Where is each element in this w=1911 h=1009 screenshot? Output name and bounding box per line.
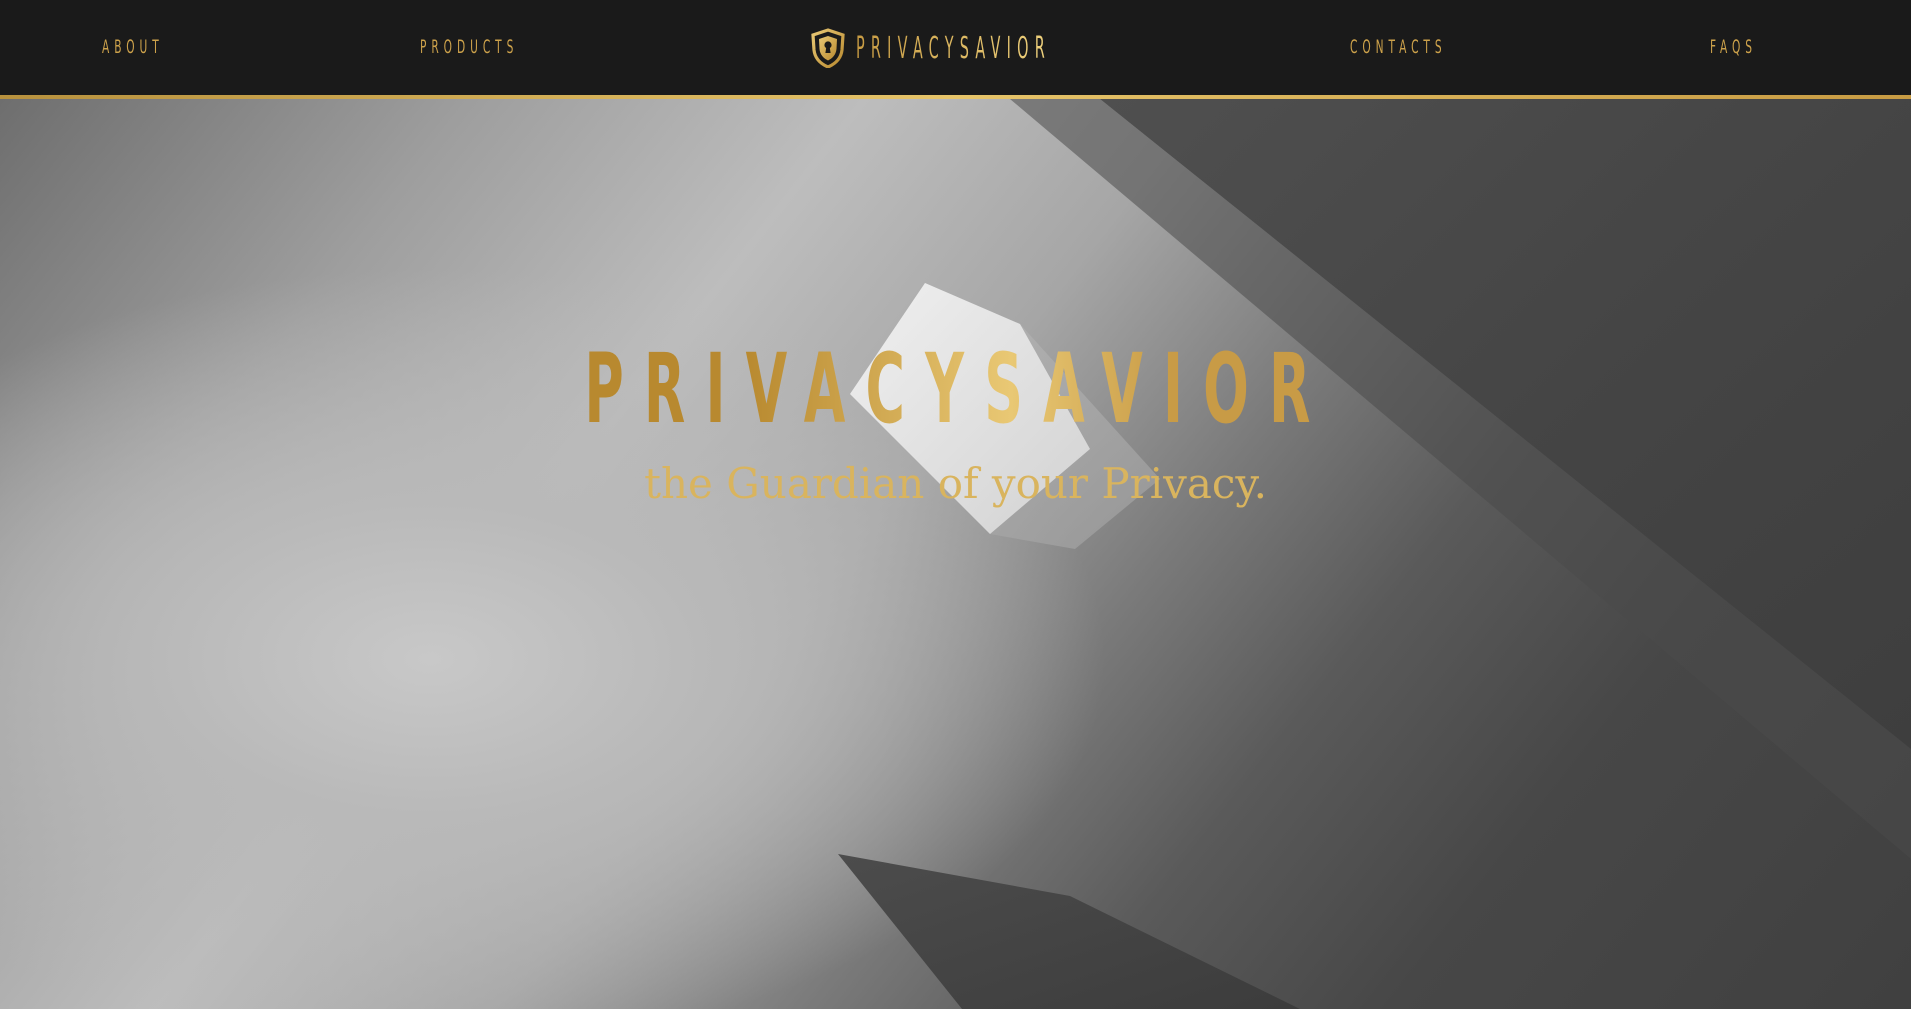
brand-name: PRIVACYSAVIOR (856, 30, 1051, 66)
nav-link-faqs[interactable]: FAQS (1710, 36, 1757, 58)
hero-title: PRIVACYSAVIOR (422, 333, 1492, 445)
shield-lock-icon (811, 28, 845, 68)
nav-link-about[interactable]: ABOUT (102, 36, 164, 58)
brand-logo-link[interactable]: PRIVACYSAVIOR (810, 26, 1262, 70)
nav-divider-line (0, 95, 1911, 99)
top-navigation: ABOUT PRODUCTS PRIVACYSAVIOR CONTACTS FA… (0, 0, 1911, 95)
hero-subtitle: the Guardian of your Privacy. (644, 459, 1267, 508)
hero-background-scene (838, 99, 1911, 1009)
nav-link-contacts[interactable]: CONTACTS (1350, 36, 1447, 58)
nav-link-products[interactable]: PRODUCTS (420, 36, 518, 58)
page: ABOUT PRODUCTS PRIVACYSAVIOR CONTACTS FA… (0, 0, 1911, 1009)
hero-section: PRIVACYSAVIOR the Guardian of your Priva… (0, 99, 1911, 1009)
